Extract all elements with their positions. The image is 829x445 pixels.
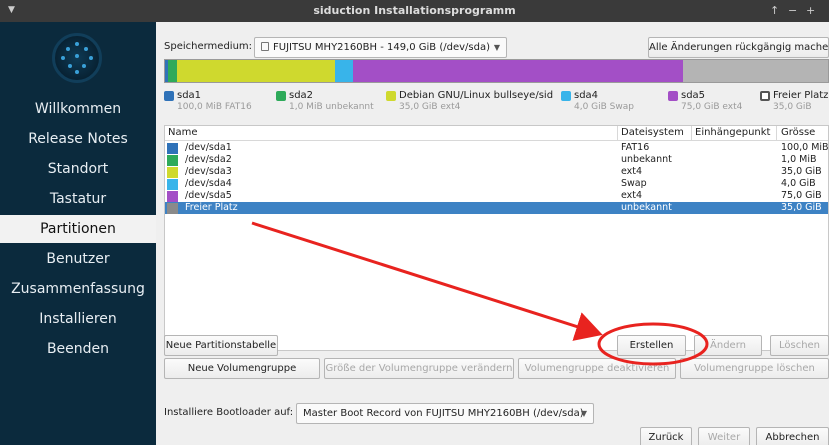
chevron-down-icon: ▼: [580, 409, 587, 418]
legend-label: sda4: [574, 90, 599, 101]
table-row[interactable]: /dev/sda3 ext4 35,0 GiB: [165, 166, 828, 178]
sidebar-item-beenden[interactable]: Beenden: [0, 335, 156, 363]
drive-icon: [261, 42, 269, 51]
window-maximize-icon[interactable]: +: [806, 4, 815, 17]
partition-page: Speichermedium: FUJITSU MHY2160BH - 149,…: [156, 22, 829, 445]
column-header-size[interactable]: Grösse: [781, 127, 815, 138]
chevron-down-icon: ▼: [493, 43, 500, 52]
partition-table: Name Dateisystem Einhängepunkt Grösse /d…: [164, 125, 829, 351]
edit-partition-button[interactable]: Ändern: [694, 335, 762, 356]
partition-segment-sda4[interactable]: [335, 60, 353, 82]
legend-detail: 35,0 GiB: [773, 102, 812, 112]
legend-detail: 4,0 GiB Swap: [574, 102, 634, 112]
legend-swatch: [276, 91, 286, 101]
delete-volume-group-button[interactable]: Volumengruppe löschen: [680, 358, 829, 379]
storage-label: Speichermedium:: [164, 41, 253, 52]
legend-label: sda1: [177, 90, 202, 101]
legend-detail: 35,0 GiB ext4: [399, 102, 461, 112]
legend-swatch: [164, 91, 174, 101]
row-name: /dev/sda3: [185, 166, 232, 177]
siduction-logo: [52, 33, 102, 83]
row-size: 35,0 GiB: [781, 202, 822, 213]
table-row[interactable]: /dev/sda1 FAT16 100,0 MiB: [165, 142, 828, 154]
window-minimize-icon[interactable]: −: [788, 4, 797, 17]
legend-swatch: [386, 91, 396, 101]
sidebar-item-willkommen[interactable]: Willkommen: [0, 95, 156, 123]
bootloader-select[interactable]: Master Boot Record von FUJITSU MHY2160BH…: [296, 403, 594, 424]
row-name: Freier Platz: [185, 202, 238, 213]
row-name: /dev/sda4: [185, 178, 232, 189]
resize-volume-group-button[interactable]: Größe der Volumengruppe verändern: [324, 358, 514, 379]
legend-swatch: [561, 91, 571, 101]
row-filesystem: Swap: [621, 178, 647, 189]
bootloader-label: Installiere Bootloader auf:: [164, 407, 294, 418]
legend-swatch: [760, 91, 770, 101]
partition-bar: [164, 59, 829, 83]
partition-color-swatch: [167, 167, 178, 178]
row-size: 35,0 GiB: [781, 166, 822, 177]
column-header-name[interactable]: Name: [168, 127, 198, 138]
legend-label: sda2: [289, 90, 314, 101]
storage-device-select[interactable]: FUJITSU MHY2160BH - 149,0 GiB (/dev/sda)…: [254, 37, 507, 58]
new-volume-group-button[interactable]: Neue Volumengruppe: [164, 358, 320, 379]
row-filesystem: ext4: [621, 190, 643, 201]
legend-swatch: [668, 91, 678, 101]
sidebar-item-tastatur[interactable]: Tastatur: [0, 185, 156, 213]
partition-segment-sda2[interactable]: [168, 60, 177, 82]
sidebar-item-partitionen[interactable]: Partitionen: [0, 215, 156, 243]
create-partition-button[interactable]: Erstellen: [617, 335, 686, 356]
window-titlebar: ▼ siduction Installationsprogramm ↑ − +: [0, 0, 829, 22]
partition-segment-sda3[interactable]: [177, 60, 335, 82]
sidebar-item-installieren[interactable]: Installieren: [0, 305, 156, 333]
partition-color-swatch: [167, 179, 178, 190]
partition-color-swatch: [167, 155, 178, 166]
table-row[interactable]: /dev/sda4 Swap 4,0 GiB: [165, 178, 828, 190]
row-filesystem: unbekannt: [621, 202, 672, 213]
table-row[interactable]: /dev/sda5 ext4 75,0 GiB: [165, 190, 828, 202]
revert-all-button[interactable]: Alle Änderungen rückgängig machen: [648, 37, 829, 58]
row-size: 75,0 GiB: [781, 190, 822, 201]
back-button[interactable]: Zurück: [640, 427, 692, 445]
legend-label: Debian GNU/Linux bullseye/sid: [399, 90, 554, 101]
partition-segment-sda5[interactable]: [353, 60, 683, 82]
window-restore-icon[interactable]: ↑: [770, 4, 779, 17]
table-row-selected[interactable]: Freier Platz unbekannt 35,0 GiB: [165, 202, 828, 214]
row-size: 4,0 GiB: [781, 178, 816, 189]
row-filesystem: ext4: [621, 166, 643, 177]
row-size: 100,0 MiB: [781, 142, 829, 153]
legend-label: sda5: [681, 90, 706, 101]
column-header-mountpoint[interactable]: Einhängepunkt: [695, 127, 770, 138]
deactivate-volume-group-button[interactable]: Volumengruppe deaktivieren: [518, 358, 676, 379]
table-header: Name Dateisystem Einhängepunkt Grösse: [165, 126, 828, 141]
legend-detail: 100,0 MiB FAT16: [177, 102, 252, 112]
table-row[interactable]: /dev/sda2 unbekannt 1,0 MiB: [165, 154, 828, 166]
storage-device-value: FUJITSU MHY2160BH - 149,0 GiB (/dev/sda): [273, 42, 490, 53]
row-size: 1,0 MiB: [781, 154, 817, 165]
sidebar-item-standort[interactable]: Standort: [0, 155, 156, 183]
partition-segment-free[interactable]: [683, 60, 828, 82]
sidebar-item-zusammenfassung[interactable]: Zusammenfassung: [0, 275, 156, 303]
row-name: /dev/sda1: [185, 142, 232, 153]
legend-detail: 1,0 MiB unbekannt: [289, 102, 374, 112]
legend-label: Freier Platz: [773, 90, 829, 101]
sidebar-item-benutzer[interactable]: Benutzer: [0, 245, 156, 273]
column-header-filesystem[interactable]: Dateisystem: [621, 127, 684, 138]
partition-color-swatch: [167, 203, 178, 214]
legend-detail: 75,0 GiB ext4: [681, 102, 743, 112]
row-filesystem: FAT16: [621, 142, 650, 153]
row-name: /dev/sda2: [185, 154, 232, 165]
cancel-button[interactable]: Abbrechen: [756, 427, 829, 445]
row-filesystem: unbekannt: [621, 154, 672, 165]
partition-color-swatch: [167, 143, 178, 154]
partition-color-swatch: [167, 191, 178, 202]
row-name: /dev/sda5: [185, 190, 232, 201]
new-partition-table-button[interactable]: Neue Partitionstabelle: [164, 335, 278, 356]
sidebar-item-release-notes[interactable]: Release Notes: [0, 125, 156, 153]
window-title: siduction Installationsprogramm: [313, 4, 516, 17]
sidebar: Willkommen Release Notes Standort Tastat…: [0, 22, 156, 445]
bootloader-value: Master Boot Record von FUJITSU MHY2160BH…: [303, 408, 584, 419]
delete-partition-button[interactable]: Löschen: [770, 335, 829, 356]
next-button[interactable]: Weiter: [698, 427, 750, 445]
